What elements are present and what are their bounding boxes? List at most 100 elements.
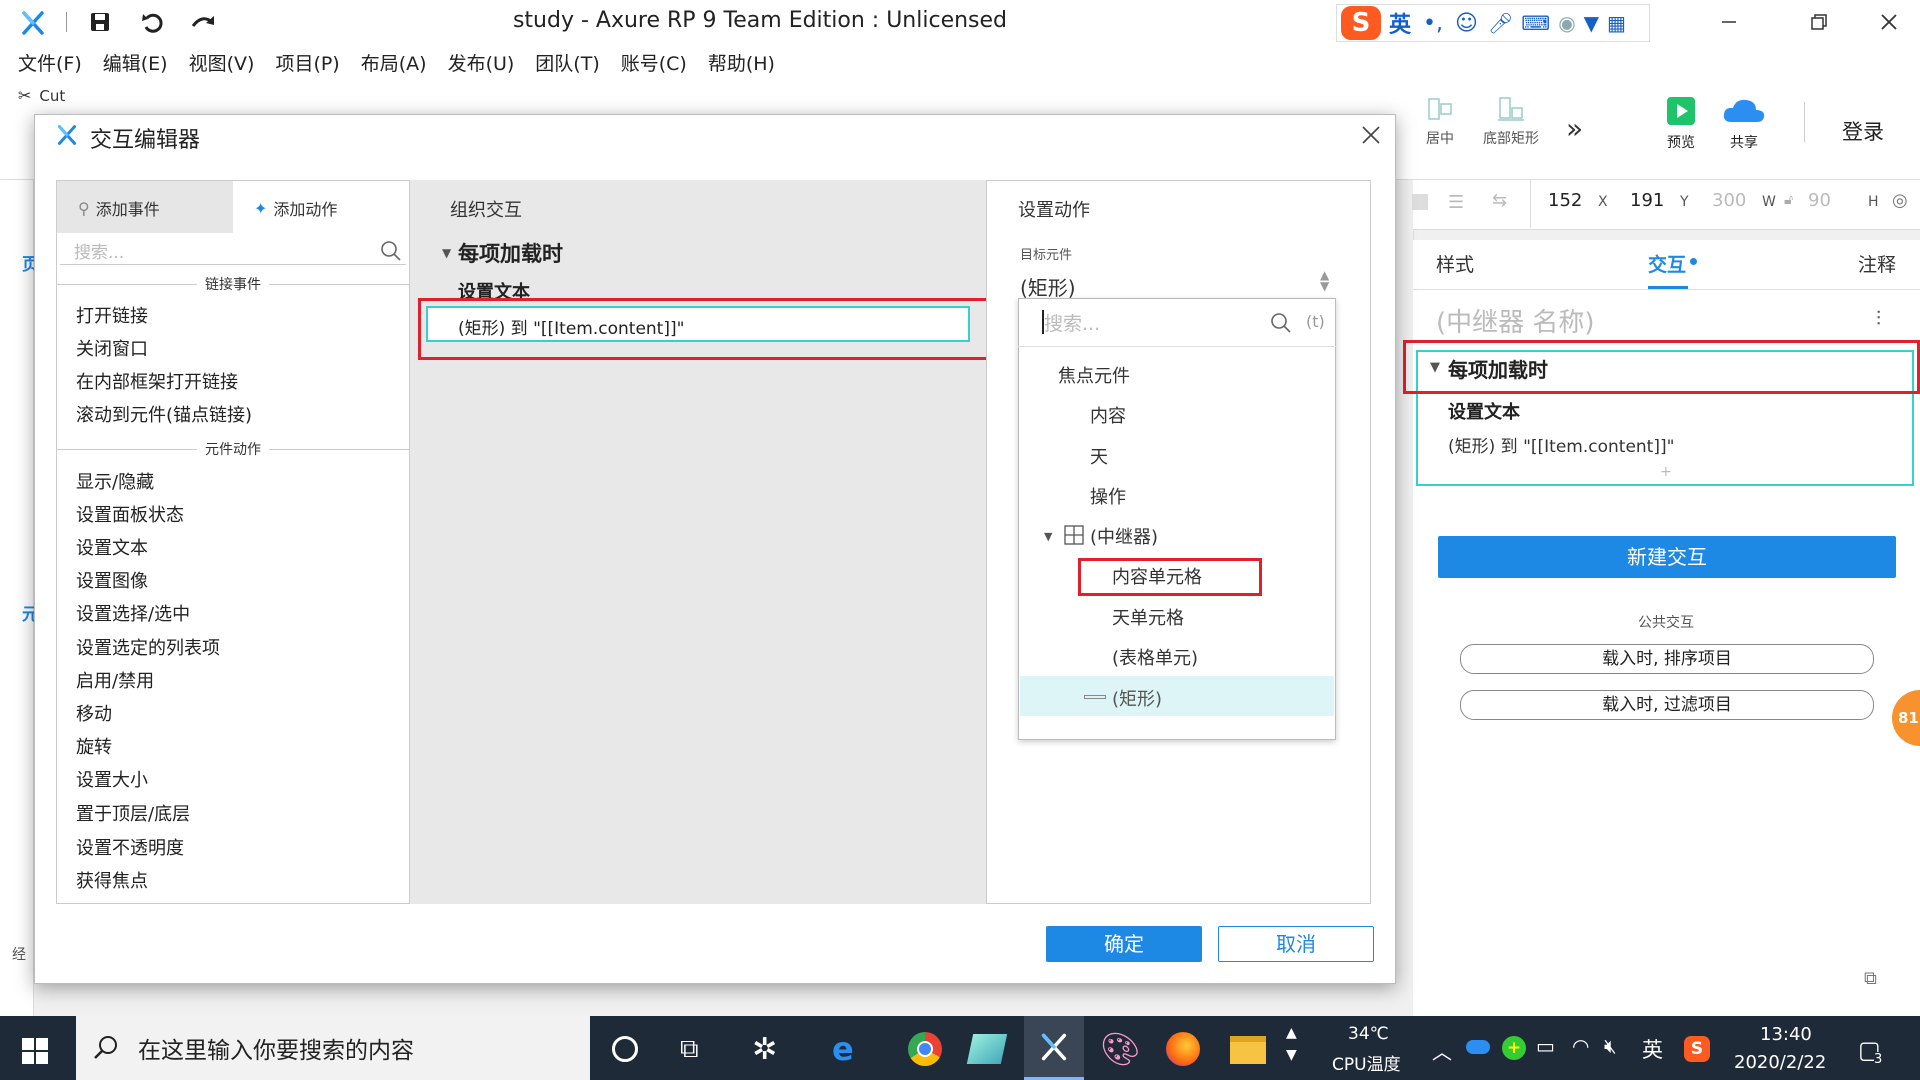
action-set-size[interactable]: 设置大小 xyxy=(76,766,148,792)
swap-icon[interactable]: ⇆ xyxy=(1492,190,1507,211)
action-set-selected[interactable]: 设置选择/选中 xyxy=(76,600,190,626)
bottom-button[interactable]: 底部矩形 xyxy=(1476,96,1546,148)
menu-account[interactable]: 账号(C) xyxy=(621,49,687,76)
settings-sliders-icon[interactable]: ⫶ xyxy=(1876,306,1881,330)
action-search-input[interactable]: 搜索... xyxy=(74,238,124,263)
wifi-icon[interactable]: ◠ xyxy=(1572,1034,1589,1058)
action-focus[interactable]: 获得焦点 xyxy=(76,867,148,893)
action-set-image[interactable]: 设置图像 xyxy=(76,567,148,593)
target-search-icon[interactable] xyxy=(1270,312,1292,334)
fx-button[interactable]: (t) xyxy=(1306,312,1325,331)
ime-lang[interactable]: 英 xyxy=(1389,7,1411,39)
action-rotate[interactable]: 旋转 xyxy=(76,733,112,759)
event-name[interactable]: 每项加载时 xyxy=(1448,354,1548,383)
menu-edit[interactable]: 编辑(E) xyxy=(103,49,168,76)
taskbar-scroll-icon[interactable]: ▲ ▼ xyxy=(1286,1022,1297,1066)
chrome-icon[interactable] xyxy=(908,1032,942,1066)
tree-repeater[interactable]: (中继器) xyxy=(1090,523,1158,549)
input-language[interactable]: 英 xyxy=(1642,1034,1663,1064)
menu-publish[interactable]: 发布(U) xyxy=(448,49,515,76)
common-sort-button[interactable]: 载入时, 排序项目 xyxy=(1460,644,1874,674)
w-value[interactable]: 300 xyxy=(1712,190,1746,211)
maximize-button[interactable] xyxy=(1788,0,1850,44)
action-enable-disable[interactable]: 启用/禁用 xyxy=(76,667,154,693)
tree-expand-icon[interactable]: ▼ xyxy=(1044,530,1052,543)
skin-icon[interactable]: ▼ xyxy=(1584,11,1599,35)
tree-day[interactable]: 天 xyxy=(1090,443,1108,469)
action-open-link[interactable]: 打开链接 xyxy=(76,302,148,328)
firefox-icon[interactable] xyxy=(1166,1032,1200,1066)
menu-file[interactable]: 文件(F) xyxy=(18,49,82,76)
task-view-icon[interactable]: ⧉ xyxy=(680,1034,699,1065)
target-search-input[interactable]: 搜索... xyxy=(1044,309,1100,336)
h-value[interactable]: 90 xyxy=(1808,190,1831,211)
menu-help[interactable]: 帮助(H) xyxy=(708,49,775,76)
action-set-text[interactable]: 设置文本 xyxy=(76,534,148,560)
minimize-button[interactable] xyxy=(1698,0,1760,44)
axure-taskbar-item[interactable] xyxy=(1024,1016,1084,1080)
action-bring-front-back[interactable]: 置于顶层/底层 xyxy=(76,800,190,826)
x-value[interactable]: 152 xyxy=(1548,190,1582,211)
action-name[interactable]: 设置文本 xyxy=(1448,398,1520,424)
tree-operation[interactable]: 操作 xyxy=(1090,483,1126,509)
add-event-tab[interactable]: ⚲ 添加事件 xyxy=(78,182,160,234)
tray-expand-icon[interactable]: ︿ xyxy=(1432,1036,1452,1065)
collapse-arrow-icon[interactable]: ▼ xyxy=(1430,360,1440,375)
tab-notes[interactable]: 注释 xyxy=(1858,250,1896,277)
ie-browser-icon[interactable]: e xyxy=(832,1030,854,1068)
toolbox-icon[interactable]: ▦ xyxy=(1607,11,1626,35)
punctuation-icon[interactable]: •, xyxy=(1423,11,1443,36)
clock-date[interactable]: 2020/2/22 xyxy=(1734,1052,1826,1073)
tree-selected-row[interactable] xyxy=(1020,676,1334,716)
organize-event[interactable]: 每项加载时 xyxy=(458,238,563,268)
menu-project[interactable]: 项目(P) xyxy=(275,49,339,76)
add-action-icon[interactable]: + xyxy=(1660,464,1672,480)
volume-icon[interactable]: 🔇︎ xyxy=(1604,1034,1617,1058)
tree-content[interactable]: 内容 xyxy=(1090,402,1126,428)
onedrive-icon[interactable] xyxy=(1466,1040,1490,1054)
checkbox-icon[interactable] xyxy=(1412,194,1428,210)
app-pinwheel-icon[interactable]: ✲ xyxy=(752,1032,777,1067)
lines-icon[interactable]: ☰ xyxy=(1448,192,1464,213)
tab-style[interactable]: 样式 xyxy=(1436,250,1474,277)
taskbar-search[interactable]: 在这里输入你要搜索的内容 xyxy=(76,1016,590,1080)
menu-view[interactable]: 视图(V) xyxy=(189,49,255,76)
lock-icon[interactable]: 🔓︎ xyxy=(1784,192,1793,208)
cancel-button[interactable]: 取消 xyxy=(1218,926,1374,962)
paint-icon[interactable]: 🎨︎ xyxy=(1100,1030,1141,1068)
tab-interactions[interactable]: 交互 xyxy=(1648,250,1686,277)
action-close-window[interactable]: 关闭窗口 xyxy=(76,335,148,361)
voice-icon[interactable]: 🎤︎ xyxy=(1488,11,1513,35)
menu-team[interactable]: 团队(T) xyxy=(535,49,599,76)
center-button[interactable]: 居中 xyxy=(1405,96,1475,148)
tree-focus-widget[interactable]: 焦点元件 xyxy=(1058,362,1130,388)
dialog-close-icon[interactable] xyxy=(1360,124,1386,150)
windows-start-icon[interactable] xyxy=(22,1038,48,1064)
select-arrows-icon[interactable]: ▲ ▼ xyxy=(1320,269,1329,292)
action-open-in-frame[interactable]: 在内部框架打开链接 xyxy=(76,368,238,394)
login-button[interactable]: 登录 xyxy=(1842,116,1884,146)
visibility-eye-icon[interactable]: ◎ xyxy=(1892,190,1908,211)
ok-button[interactable]: 确定 xyxy=(1046,926,1202,962)
action-set-opacity[interactable]: 设置不透明度 xyxy=(76,834,184,860)
action-move[interactable]: 移动 xyxy=(76,700,112,726)
sogou-logo-icon[interactable]: S xyxy=(1341,6,1381,40)
emoji-icon[interactable]: ☺ xyxy=(1455,11,1478,36)
more-tools-icon[interactable]: » xyxy=(1566,112,1583,145)
action-set-list-item[interactable]: 设置选定的列表项 xyxy=(76,634,220,660)
action-set-panel-state[interactable]: 设置面板状态 xyxy=(76,501,184,527)
file-explorer-icon[interactable] xyxy=(1230,1036,1266,1064)
keyboard-icon[interactable]: ⌨ xyxy=(1521,11,1550,35)
share-button[interactable]: 共享 xyxy=(1709,96,1779,152)
tree-day-cell[interactable]: 天单元格 xyxy=(1112,604,1184,630)
restore-panel-icon[interactable]: ⧉ xyxy=(1864,968,1877,989)
organize-collapse-icon[interactable]: ▼ xyxy=(442,246,451,260)
action-scroll-to[interactable]: 滚动到元件(锚点链接) xyxy=(76,401,252,427)
sogou-tray-icon[interactable]: S xyxy=(1684,1036,1710,1062)
action-detail[interactable]: (矩形) 到 "[[Item.content]]" xyxy=(1448,432,1674,457)
cut-button[interactable]: ✂ Cut xyxy=(18,86,65,105)
clock-time[interactable]: 13:40 xyxy=(1760,1024,1812,1045)
y-value[interactable]: 191 xyxy=(1630,190,1664,211)
user-icon[interactable]: ◉ xyxy=(1558,11,1575,35)
target-select[interactable]: (矩形) xyxy=(1020,272,1076,301)
